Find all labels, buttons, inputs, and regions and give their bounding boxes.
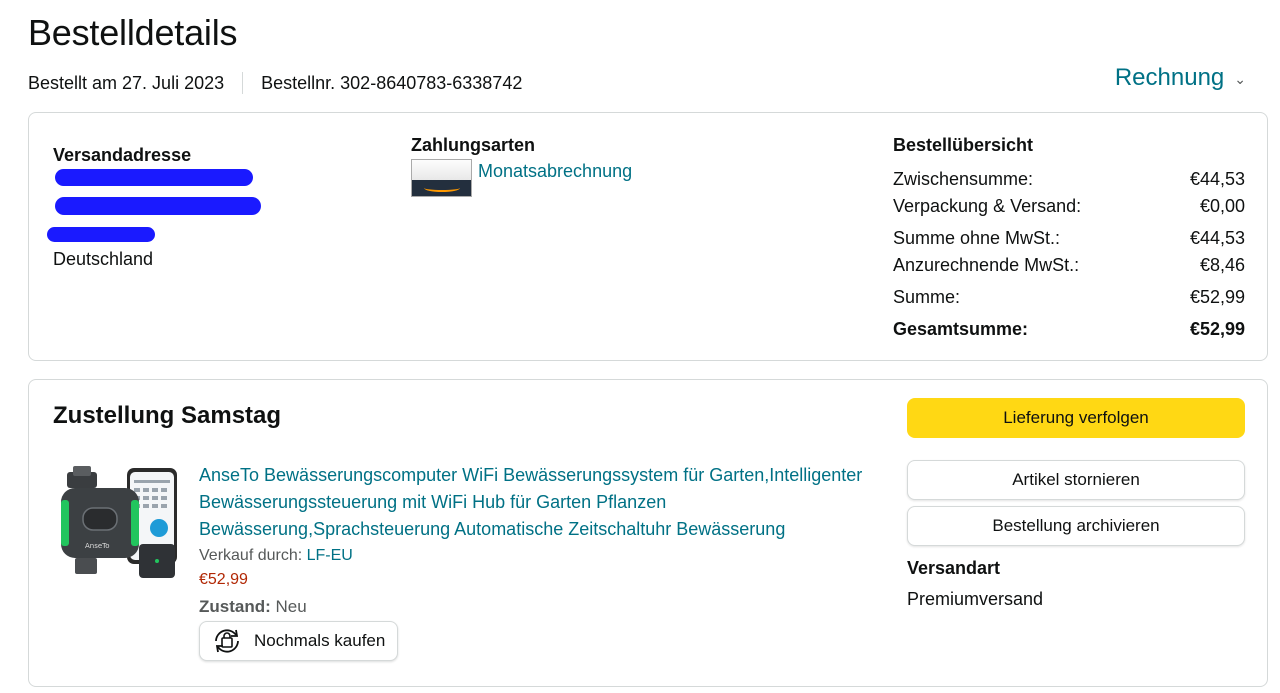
summary-label: Verpackung & Versand: <box>893 196 1082 216</box>
condition-line: Zustand: Neu <box>199 597 889 617</box>
shipping-address-title: Versandadresse <box>53 145 192 165</box>
order-date: Bestellt am 27. Juli 2023 <box>28 72 225 93</box>
product-title-link[interactable]: AnseTo Bewässerungscomputer WiFi Bewässe… <box>199 462 889 543</box>
payment-card-icon <box>411 159 472 197</box>
summary-total-value: €52,99 <box>1189 319 1245 339</box>
invoice-dropdown[interactable]: Rechnung ⌄ <box>1115 64 1246 92</box>
order-info-card: Versandadresse Deutschland Zahlungsarten… <box>28 112 1268 361</box>
summary-value: €44,53 <box>1189 228 1245 248</box>
summary-total-label: Gesamtsumme: <box>893 319 1029 339</box>
summary-value: €8,46 <box>1199 255 1245 275</box>
summary-value: €44,53 <box>1189 169 1245 189</box>
cancel-item-button[interactable]: Artikel stornieren <box>907 460 1245 500</box>
buy-again-button[interactable]: Nochmals kaufen <box>199 621 399 661</box>
payment-method-row: Monatsabrechnung <box>411 159 632 197</box>
shipping-method-value: Premiumversand <box>907 589 1044 609</box>
order-summary: Bestellübersicht Zwischensumme: €44,53 V… <box>893 135 1245 343</box>
product-price: €52,99 <box>199 571 248 588</box>
track-package-button[interactable]: Lieferung verfolgen <box>907 398 1245 438</box>
redacted-street <box>55 197 261 215</box>
seller-prefix: Verkauf durch: <box>199 547 303 564</box>
redacted-city <box>47 227 155 242</box>
summary-row: Zwischensumme: €44,53 <box>893 166 1245 193</box>
product-image[interactable]: AnseTo <box>59 466 181 580</box>
archive-order-button[interactable]: Bestellung archivieren <box>907 506 1245 546</box>
buy-again-label: Nochmals kaufen <box>254 631 386 650</box>
payment-methods: Zahlungsarten Monatsabrechnung <box>411 135 632 197</box>
page-title: Bestelldetails <box>28 12 238 53</box>
seller-link[interactable]: LF-EU <box>307 547 353 564</box>
summary-total-row: Gesamtsumme: €52,99 <box>893 316 1245 343</box>
summary-title: Bestellübersicht <box>893 135 1034 155</box>
redacted-name <box>55 169 253 186</box>
summary-row: Summe ohne MwSt.: €44,53 <box>893 225 1245 252</box>
summary-value: €0,00 <box>1199 196 1245 216</box>
delivery-title: Zustellung Samstag <box>53 402 282 429</box>
summary-value: €52,99 <box>1189 287 1245 307</box>
summary-label: Summe: <box>893 287 961 307</box>
summary-label: Anzurechnende MwSt.: <box>893 255 1080 275</box>
summary-label: Zwischensumme: <box>893 169 1034 189</box>
summary-row: Summe: €52,99 <box>893 284 1245 311</box>
divider <box>242 72 244 94</box>
payment-method-link[interactable]: Monatsabrechnung <box>478 161 632 182</box>
condition-value: Neu <box>275 597 307 616</box>
condition-label: Zustand: <box>199 597 271 616</box>
shipping-method-label: Versandart <box>907 558 1001 578</box>
address-country: Deutschland <box>53 249 154 269</box>
delivery-card: Zustellung Samstag AnseTo AnseTo Bewässe… <box>28 379 1268 687</box>
order-actions: Lieferung verfolgen Artikel stornieren B… <box>907 398 1245 610</box>
reorder-icon <box>215 629 239 653</box>
order-meta: Bestellt am 27. Juli 2023 Bestellnr. 302… <box>28 72 522 94</box>
summary-row: Anzurechnende MwSt.: €8,46 <box>893 252 1245 279</box>
payment-title: Zahlungsarten <box>411 135 536 155</box>
shipping-address: Versandadresse <box>53 145 191 166</box>
summary-label: Summe ohne MwSt.: <box>893 228 1061 248</box>
chevron-down-icon: ⌄ <box>1234 70 1246 87</box>
summary-row: Verpackung & Versand: €0,00 <box>893 193 1245 220</box>
invoice-label: Rechnung <box>1114 64 1225 91</box>
product-info: AnseTo Bewässerungscomputer WiFi Bewässe… <box>199 462 889 661</box>
order-number: Bestellnr. 302-8640783-6338742 <box>261 72 523 93</box>
seller-line: Verkauf durch: LF-EU <box>199 547 889 565</box>
svg-text:AnseTo: AnseTo <box>85 542 110 550</box>
